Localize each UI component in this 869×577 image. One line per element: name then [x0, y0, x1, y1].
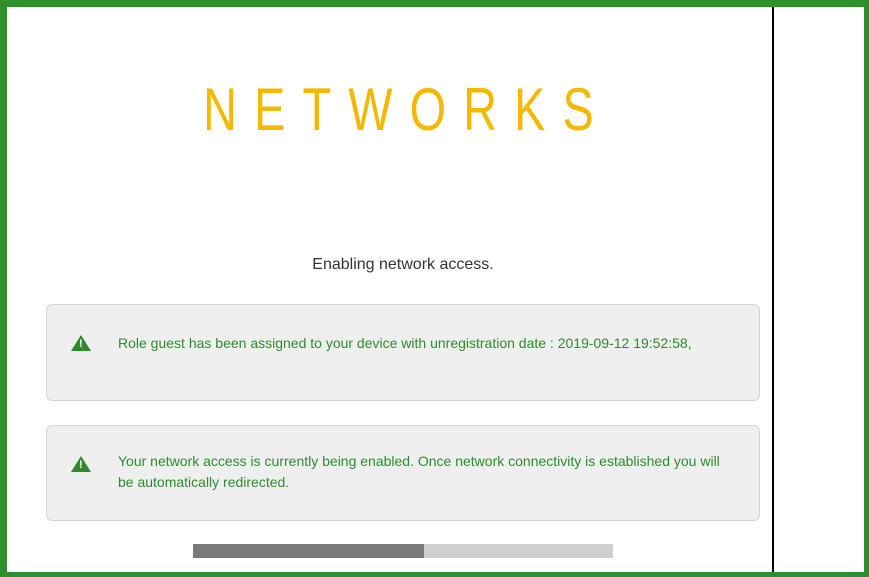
progress-bar-fill — [193, 544, 424, 558]
warning-triangle-icon — [71, 335, 91, 351]
alert-role-assigned: Role guest has been assigned to your dev… — [46, 304, 760, 401]
alert-message: Your network access is currently being e… — [118, 453, 720, 490]
warning-triangle-icon — [71, 456, 91, 472]
side-panel — [772, 7, 864, 572]
alert-message: Role guest has been assigned to your dev… — [118, 335, 692, 351]
page-frame: NETWORKS Enabling network access. Role g… — [0, 0, 869, 577]
alert-access-enabling: Your network access is currently being e… — [46, 425, 760, 521]
status-message: Enabling network access. — [312, 256, 494, 273]
progress-bar — [193, 544, 613, 558]
networks-logo: NETWORKS — [203, 76, 611, 143]
